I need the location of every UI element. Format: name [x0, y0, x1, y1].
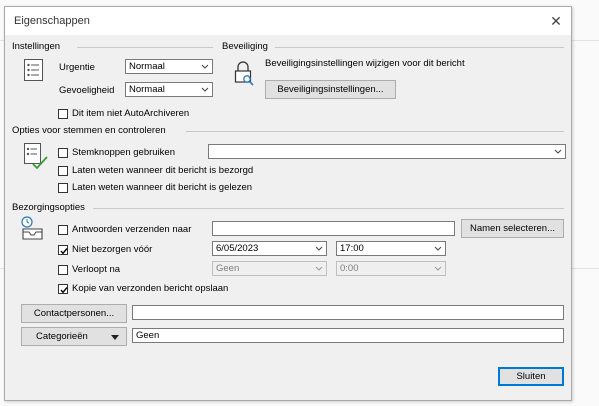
- triangle-down-icon: [111, 335, 119, 340]
- delivery-receipt-label: Laten weten wanneer dit bericht is bezor…: [72, 165, 254, 176]
- security-settings-button[interactable]: Beveiligingsinstellingen...: [265, 80, 396, 99]
- security-divider: [275, 47, 564, 48]
- voting-buttons-label: Stemknoppen gebruiken: [72, 147, 175, 158]
- properties-dialog: Eigenschappen ✕ Instellingen Urgentie No…: [4, 6, 572, 401]
- categories-button[interactable]: Categorieën: [21, 327, 127, 346]
- checkmark-icon: [60, 248, 68, 255]
- voting-buttons-checkbox[interactable]: [58, 148, 68, 158]
- delivery-divider: [93, 208, 564, 209]
- contacts-input[interactable]: [132, 305, 564, 320]
- delivery-tray-icon: [20, 215, 46, 246]
- expires-label: Verloopt na: [72, 264, 121, 275]
- expires-checkbox[interactable]: [58, 265, 68, 275]
- delivery-heading: Bezorgingsopties: [12, 202, 85, 213]
- dialog-title: Eigenschappen: [14, 15, 90, 27]
- categories-label: Categorieën: [36, 331, 88, 342]
- close-button[interactable]: Sluiten: [498, 367, 564, 386]
- voting-divider: [186, 131, 564, 132]
- reply-to-label: Antwoorden verzenden naar: [72, 224, 192, 235]
- read-receipt-label: Laten weten wanneer dit bericht is gelez…: [72, 182, 253, 193]
- sensitivity-label: Gevoeligheid: [59, 85, 115, 96]
- chevron-down-icon: [198, 83, 212, 96]
- voting-check-icon: [23, 142, 49, 175]
- security-heading: Beveiliging: [222, 41, 268, 52]
- settings-divider: [77, 47, 213, 48]
- sensitivity-value: Normaal: [129, 84, 165, 95]
- not-before-time-select[interactable]: 17:00: [336, 241, 446, 256]
- delivery-receipt-checkbox[interactable]: [58, 166, 68, 176]
- save-copy-label: Kopie van verzonden bericht opslaan: [72, 283, 229, 294]
- contacts-button[interactable]: Contactpersonen...: [21, 304, 127, 323]
- reply-to-input[interactable]: [212, 221, 455, 236]
- autoarchive-checkbox[interactable]: [58, 109, 68, 119]
- chevron-down-icon: [431, 242, 445, 255]
- voting-buttons-select[interactable]: [208, 144, 566, 159]
- checkmark-icon: [60, 287, 68, 294]
- not-before-checkbox[interactable]: [58, 245, 68, 255]
- categories-value: Geen: [136, 330, 160, 341]
- not-before-time-value: 17:00: [340, 243, 364, 254]
- save-copy-checkbox[interactable]: [58, 284, 68, 294]
- sensitivity-select[interactable]: Normaal: [125, 82, 213, 97]
- not-before-date-value: 6/05/2023: [216, 243, 259, 254]
- select-names-button[interactable]: Namen selecteren...: [461, 219, 564, 238]
- expires-time-select[interactable]: 0:00: [336, 261, 446, 276]
- read-receipt-checkbox[interactable]: [58, 183, 68, 193]
- chevron-down-icon: [312, 262, 326, 275]
- chevron-down-icon: [431, 262, 445, 275]
- autoarchive-label: Dit item niet AutoArchiveren: [72, 108, 190, 119]
- urgency-label: Urgentie: [59, 62, 95, 73]
- urgency-value: Normaal: [129, 61, 165, 72]
- settings-heading: Instellingen: [12, 41, 61, 52]
- expires-date-select[interactable]: Geen: [212, 261, 327, 276]
- voting-heading: Opties voor stemmen en controleren: [12, 125, 166, 136]
- chevron-down-icon: [312, 242, 326, 255]
- expires-time-value: 0:00: [340, 263, 359, 274]
- security-text: Beveiligingsinstellingen wijzigen voor d…: [265, 58, 465, 69]
- close-icon[interactable]: ✕: [547, 12, 565, 30]
- chevron-down-icon: [551, 145, 565, 158]
- expires-date-value: Geen: [216, 263, 240, 274]
- lock-icon: [232, 60, 256, 89]
- not-before-date-select[interactable]: 6/05/2023: [212, 241, 327, 256]
- reply-to-checkbox[interactable]: [58, 225, 68, 235]
- settings-list-icon: [23, 58, 45, 85]
- title-bar: Eigenschappen ✕: [5, 7, 571, 35]
- not-before-label: Niet bezorgen vóór: [72, 244, 153, 255]
- chevron-down-icon: [198, 60, 212, 73]
- categories-input[interactable]: Geen: [132, 328, 564, 343]
- urgency-select[interactable]: Normaal: [125, 59, 213, 74]
